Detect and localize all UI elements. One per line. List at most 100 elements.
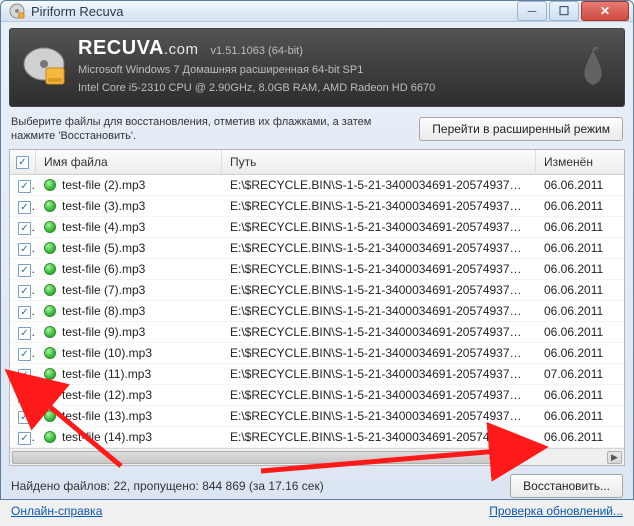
file-name-cell: test-file (14).mp3 — [36, 430, 222, 444]
table-row[interactable]: ✓test-file (7).mp3E:\$RECYCLE.BIN\S-1-5-… — [10, 280, 624, 301]
scrollbar-right-arrow-icon[interactable]: ▶ — [607, 451, 622, 464]
file-date-cell: 06.06.2011 — [536, 220, 624, 234]
file-path-cell: E:\$RECYCLE.BIN\S-1-5-21-3400034691-2057… — [222, 220, 536, 234]
table-row[interactable]: ✓ test-file (8).mp3 E:\$RECYCLE.BIN\S-1-5-… — [10, 301, 624, 322]
minimize-button[interactable]: ─ — [517, 1, 547, 21]
table-row[interactable]: ✓ test-file (11).mp3 E:\$RECYCLE.BIN\S-1-5… — [10, 364, 624, 385]
file-name: test-file (2).mp3 — [62, 178, 145, 192]
status-dot-icon — [44, 326, 56, 338]
file-path-cell: E:\$RECYCLE.BIN\S-1-5-21-3400034691-2057… — [222, 367, 536, 381]
file-name: test-file (11).mp3 — [62, 367, 151, 381]
status-dot-icon — [44, 368, 56, 380]
titlebar[interactable]: Piriform Recuva ─ ☐ ✕ — [1, 1, 633, 22]
brand-block: RECUVA.com v1.51.1063 (64-bit) Microsoft… — [78, 37, 574, 96]
row-checkbox[interactable]: ✓ — [10, 325, 36, 340]
table-row[interactable]: ✓test-file (13).mp3E:\$RECYCLE.BIN\S-1-5… — [10, 406, 624, 427]
table-row[interactable]: ✓ test-file (3).mp3 E:\$RECYCLE.BIN\S-1-5-… — [10, 196, 624, 217]
column-path[interactable]: Путь — [222, 150, 536, 174]
table-row[interactable]: ✓ test-file (14).mp3 E:\$RECYCLE.BIN\S-1-5… — [10, 427, 624, 448]
file-name: test-file (14).mp3 — [62, 430, 152, 444]
table-row[interactable]: ✓ test-file (2).mp3 E:\$RECYCLE.BIN\S-1-5-… — [10, 175, 624, 196]
file-path-cell: E:\$RECYCLE.BIN\S-1-5-21-3400034691-2057… — [222, 178, 536, 192]
status-dot-icon — [44, 221, 56, 233]
row-checkbox[interactable]: ✓ — [10, 304, 36, 319]
check-updates-link[interactable]: Проверка обновлений... — [489, 504, 623, 518]
status-dot-icon — [44, 389, 56, 401]
advanced-mode-button[interactable]: Перейти в расширенный режим — [419, 117, 623, 141]
table-row[interactable]: ✓test-file (9).mp3E:\$RECYCLE.BIN\S-1-5-… — [10, 322, 624, 343]
row-checkbox[interactable]: ✓ — [10, 199, 36, 214]
select-all-checkbox[interactable]: ✓ — [10, 150, 36, 174]
file-name-cell: test-file (5).mp3 — [36, 241, 222, 255]
table-row[interactable]: ✓test-file (12).mp3E:\$RECYCLE.BIN\S-1-5… — [10, 385, 624, 406]
row-checkbox[interactable]: ✓ — [10, 388, 36, 403]
file-name: test-file (7).mp3 — [62, 283, 145, 297]
file-name: test-file (10).mp3 — [62, 346, 152, 360]
file-date-cell: 06.06.2011 — [536, 262, 624, 276]
online-help-link[interactable]: Онлайн-справка — [11, 504, 102, 518]
file-date-cell: 06.06.2011 — [536, 199, 624, 213]
close-button[interactable]: ✕ — [581, 1, 629, 21]
row-checkbox[interactable]: ✓ — [10, 430, 36, 445]
status-dot-icon — [44, 284, 56, 296]
instruction-text: Выберите файлы для восстановления, отмет… — [11, 115, 391, 144]
file-path-cell: E:\$RECYCLE.BIN\S-1-5-21-3400034691-2057… — [222, 199, 536, 213]
file-name: test-file (8).mp3 — [62, 304, 145, 318]
row-checkbox[interactable]: ✓ — [10, 262, 36, 277]
header-panel: RECUVA.com v1.51.1063 (64-bit) Microsoft… — [9, 28, 625, 107]
recover-button[interactable]: Восстановить... — [510, 474, 623, 498]
file-name: test-file (6).mp3 — [62, 262, 145, 276]
file-name-cell: test-file (2).mp3 — [36, 178, 222, 192]
file-name-cell: test-file (4).mp3 — [36, 220, 222, 234]
file-path-cell: E:\$RECYCLE.BIN\S-1-5-21-3400034691-2057… — [222, 430, 536, 444]
file-name-cell: test-file (12).mp3 — [36, 388, 222, 402]
file-path-cell: E:\$RECYCLE.BIN\S-1-5-21-3400034691-2057… — [222, 241, 536, 255]
file-date-cell: 06.06.2011 — [536, 430, 624, 444]
row-checkbox[interactable]: ✓ — [10, 220, 36, 235]
file-date-cell: 06.06.2011 — [536, 178, 624, 192]
horizontal-scrollbar[interactable]: ▶ — [10, 448, 624, 465]
row-checkbox[interactable]: ✓ — [10, 178, 36, 193]
file-name-cell: test-file (10).mp3 — [36, 346, 222, 360]
file-name-cell: test-file (9).mp3 — [36, 325, 222, 339]
file-date-cell: 06.06.2011 — [536, 325, 624, 339]
file-date-cell: 06.06.2011 — [536, 388, 624, 402]
scrollbar-thumb[interactable] — [12, 451, 491, 464]
maximize-button[interactable]: ☐ — [549, 1, 579, 21]
file-name-cell: test-file (6).mp3 — [36, 262, 222, 276]
column-date[interactable]: Изменён — [536, 150, 624, 174]
file-path-cell: E:\$RECYCLE.BIN\S-1-5-21-3400034691-2057… — [222, 325, 536, 339]
table-row[interactable]: ✓test-file (4).mp3E:\$RECYCLE.BIN\S-1-5-… — [10, 217, 624, 238]
file-date-cell: 06.06.2011 — [536, 304, 624, 318]
status-text: Найдено файлов: 22, пропущено: 844 869 (… — [11, 479, 324, 493]
file-name-cell: test-file (7).mp3 — [36, 283, 222, 297]
sys-line-2: Intel Core i5-2310 CPU @ 2.90GHz, 8.0GB … — [78, 81, 574, 96]
file-name-cell: test-file (13).mp3 — [36, 409, 222, 423]
file-name: test-file (3).mp3 — [62, 199, 145, 213]
row-checkbox[interactable]: ✓ — [10, 241, 36, 256]
brand-version: v1.51.1063 (64-bit) — [211, 45, 303, 57]
table-row[interactable]: ✓test-file (5).mp3E:\$RECYCLE.BIN\S-1-5-… — [10, 238, 624, 259]
table-row[interactable]: ✓ test-file (10).mp3 E:\$RECYCLE.BIN\S-1-5… — [10, 343, 624, 364]
results-table: ✓ Имя файла Путь Изменён ✓ test-file (2).… — [9, 149, 625, 466]
file-path-cell: E:\$RECYCLE.BIN\S-1-5-21-3400034691-2057… — [222, 409, 536, 423]
status-dot-icon — [44, 305, 56, 317]
status-dot-icon — [44, 410, 56, 422]
window-title: Piriform Recuva — [31, 4, 517, 19]
file-date-cell: 06.06.2011 — [536, 346, 624, 360]
table-row[interactable]: ✓ test-file (6).mp3 E:\$RECYCLE.BIN\S-1-5-… — [10, 259, 624, 280]
file-date-cell: 06.06.2011 — [536, 241, 624, 255]
file-name-cell: test-file (3).mp3 — [36, 199, 222, 213]
row-checkbox[interactable]: ✓ — [10, 346, 36, 361]
column-name[interactable]: Имя файла — [36, 150, 222, 174]
row-checkbox[interactable]: ✓ — [10, 409, 36, 424]
table-header: ✓ Имя файла Путь Изменён — [10, 150, 624, 175]
row-checkbox[interactable]: ✓ — [10, 367, 36, 382]
file-path-cell: E:\$RECYCLE.BIN\S-1-5-21-3400034691-2057… — [222, 262, 536, 276]
file-name: test-file (12).mp3 — [62, 388, 152, 402]
row-checkbox[interactable]: ✓ — [10, 283, 36, 298]
file-path-cell: E:\$RECYCLE.BIN\S-1-5-21-3400034691-2057… — [222, 304, 536, 318]
status-dot-icon — [44, 200, 56, 212]
file-path-cell: E:\$RECYCLE.BIN\S-1-5-21-3400034691-2057… — [222, 346, 536, 360]
content-area: RECUVA.com v1.51.1063 (64-bit) Microsoft… — [1, 22, 633, 526]
